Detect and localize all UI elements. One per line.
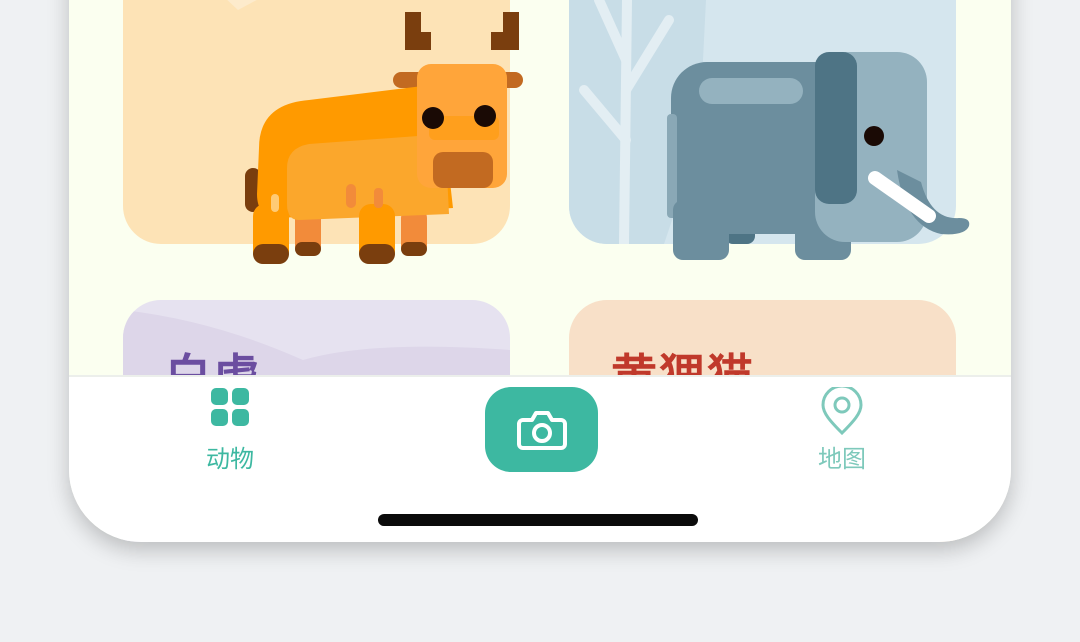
- tab-animals[interactable]: 动物: [170, 387, 290, 474]
- tab-label: 地图: [818, 445, 866, 473]
- tab-label: 动物: [206, 445, 254, 473]
- phone-frame: 白虎 黄狸猫 动物 地图: [69, 0, 1011, 542]
- camera-button[interactable]: [485, 387, 598, 472]
- tab-map[interactable]: 地图: [782, 384, 902, 474]
- elephant-illustration: [667, 52, 970, 260]
- map-pin-icon: [821, 384, 863, 436]
- home-indicator: [378, 514, 698, 526]
- cow-illustration: [245, 12, 523, 264]
- bottom-tab-bar: 动物 地图: [69, 375, 1011, 542]
- camera-icon: [516, 410, 567, 450]
- grid-icon: [211, 388, 249, 426]
